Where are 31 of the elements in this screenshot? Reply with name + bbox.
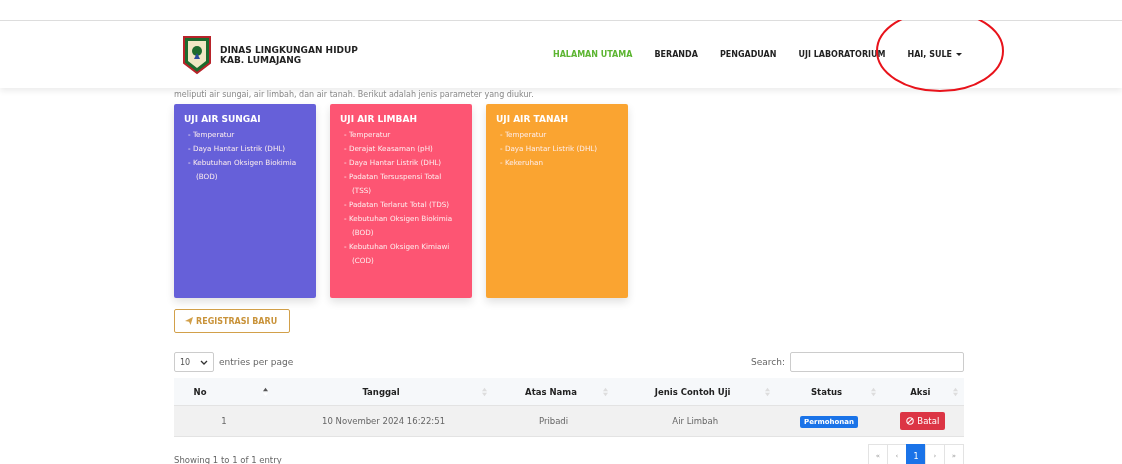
search-label: Search: — [751, 357, 785, 367]
intro-text: meliputi air sungai, air limbah, dan air tanah. Berikut adalah jenis parameter yang diukur. — [174, 90, 535, 99]
ban-icon — [906, 417, 915, 425]
nav-link[interactable]: BERANDA — [654, 50, 698, 59]
cancel-button[interactable]: Batal — [900, 412, 946, 430]
page-link[interactable]: 1 — [906, 444, 926, 464]
column-header[interactable]: Aksi — [881, 378, 964, 406]
table-cell: Pribadi — [493, 405, 614, 437]
shield-logo-icon — [182, 34, 212, 75]
column-header[interactable]: Atas Nama — [493, 378, 614, 406]
caret-icon — [956, 52, 962, 57]
table-cell: Air Limbah — [613, 405, 777, 437]
page-size-select[interactable]: 10 — [174, 352, 214, 372]
column-header[interactable]: Tanggal — [274, 378, 494, 406]
page-size-label: entries per page — [219, 357, 294, 367]
card-title: UJI AIR SUNGAI — [184, 114, 262, 124]
entries-info: Showing 1 to 1 of 1 entry — [174, 455, 282, 464]
card-title: UJI AIR TANAH — [496, 114, 569, 124]
column-header[interactable]: No — [174, 378, 274, 406]
agency-name: DINAS LINGKUNGAN HIDUP — [220, 44, 358, 55]
table-cell: 10 November 2024 16:22:51 — [274, 405, 494, 437]
user-menu[interactable]: HAI, SULE — [907, 50, 962, 59]
column-header[interactable]: Status — [776, 378, 882, 406]
nav-link[interactable]: PENGADUAN — [719, 50, 777, 59]
column-header[interactable]: Jenis Contoh Uji — [613, 378, 777, 406]
search-field[interactable] — [790, 352, 964, 372]
chevron-down-icon — [200, 359, 208, 365]
paper-plane-icon — [185, 317, 193, 325]
agency-name: KAB. LUMAJANG — [220, 54, 303, 65]
table-cell: 1 — [174, 405, 274, 437]
card-title: UJI AIR LIMBAH — [340, 114, 418, 124]
